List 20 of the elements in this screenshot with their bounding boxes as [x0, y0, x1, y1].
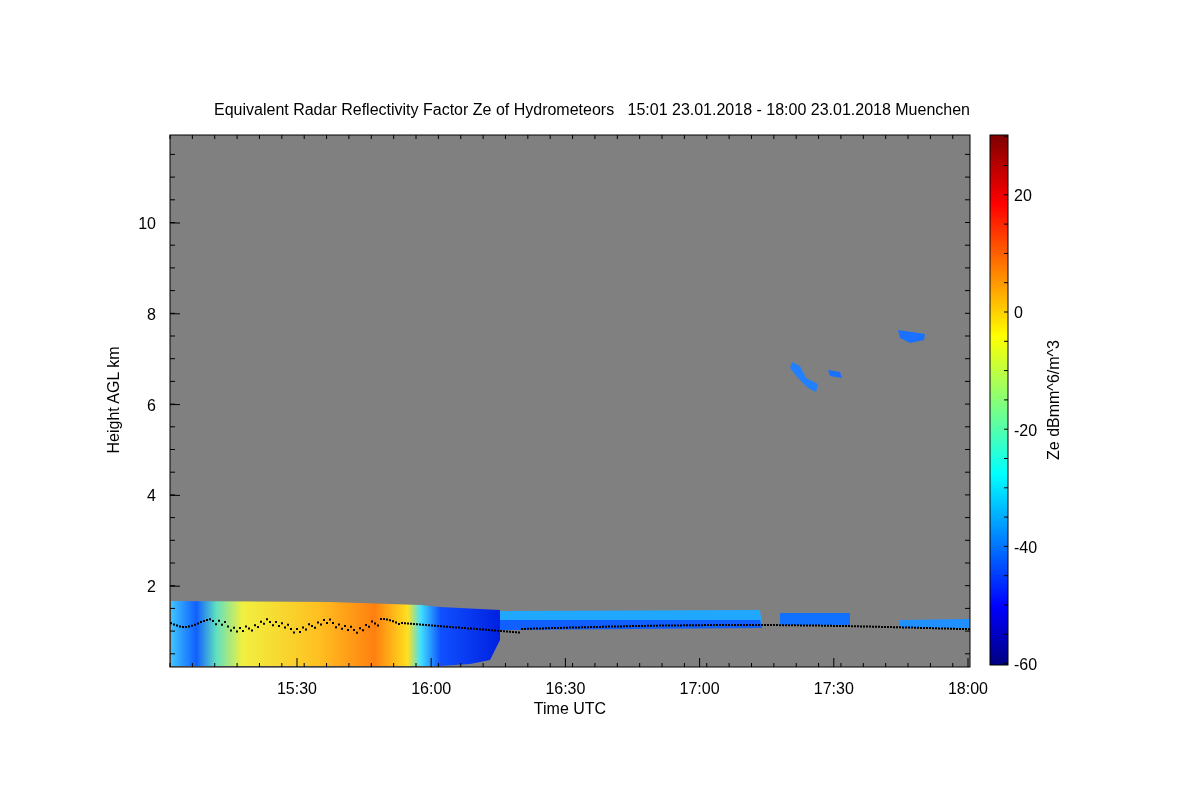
y-tick-label: 8 — [147, 305, 156, 323]
x-tick-label: 18:00 — [948, 680, 988, 697]
x-tick-label: 17:00 — [679, 680, 720, 697]
colorbar-tick-label: -20 — [1014, 421, 1038, 439]
colorbar-tick-label: 0 — [1014, 304, 1023, 322]
colorbar-label: Ze dBmm^6/m^3 — [1045, 340, 1062, 460]
x-tick-label: 16:30 — [545, 680, 586, 697]
x-tick-label: 15:30 — [277, 680, 317, 697]
y-tick-label: 10 — [138, 215, 156, 232]
colorbar-tick-label: -40 — [1014, 538, 1038, 556]
y-tick-label: 2 — [147, 578, 156, 596]
x-tick-label: 17:30 — [813, 680, 854, 697]
x-tick-label: 16:00 — [411, 680, 452, 697]
plot-title: Equivalent Radar Reflectivity Factor Ze of Hydrometeors 15:01 23.01.2018 - 18:00 23.01.2018 Muenchen — [214, 101, 970, 118]
y-tick-label: 6 — [147, 396, 156, 414]
colorbar-tick-label: 20 — [1014, 187, 1032, 204]
x-axis-label: Time UTC — [533, 700, 607, 717]
colorbar-tick-label: -60 — [1014, 656, 1038, 674]
y-axis-label: Height AGL km — [105, 346, 122, 454]
y-tick-label: 4 — [147, 487, 156, 505]
